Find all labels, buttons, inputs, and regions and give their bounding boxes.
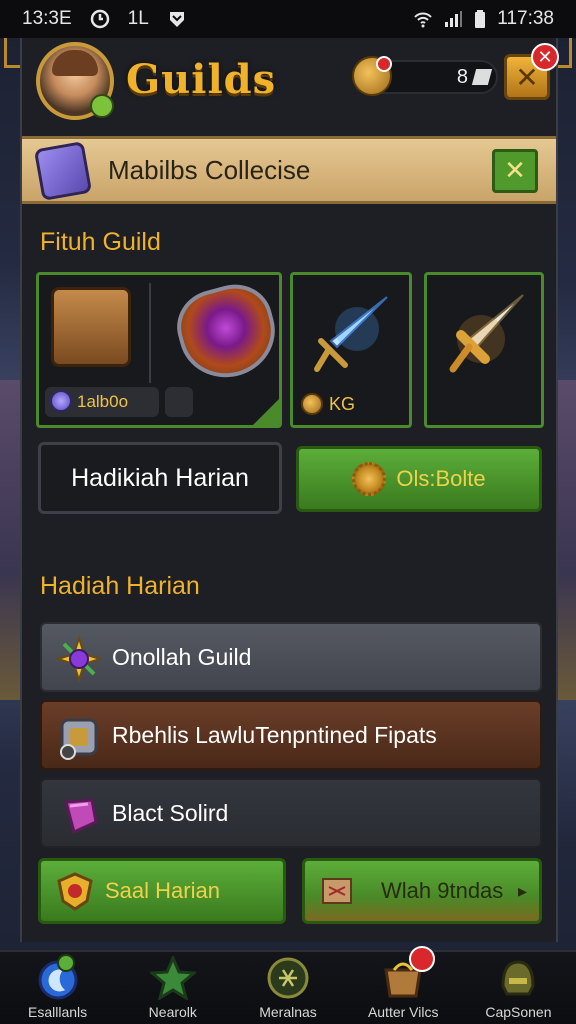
list-item[interactable]: Blact Solird [40,778,542,848]
magic-shield-icon [168,276,279,388]
crystal-box-icon [33,141,93,201]
armor-icon [60,718,98,760]
gem-icon [50,390,72,412]
card-divider [149,283,151,383]
nav-item-3[interactable]: Autter Vilcs [346,946,461,1024]
nav-item-2[interactable]: Meralnas [230,952,345,1024]
player-avatar[interactable] [36,42,114,120]
reward-card-sword[interactable]: KG [290,272,412,428]
sword-value-text: KG [329,393,356,414]
guild-panel: Guilds 8 ✕ ✕ Mabilbs Collecise ✕ Fituh G… [20,38,559,942]
claim-button-label: Ols:Bolte [396,466,486,491]
nav-item-4[interactable]: CapSonen [461,952,576,1024]
reward-card-large[interactable]: 1alb0o [36,272,282,428]
card-value: 1alb0o [77,392,129,411]
page-title: Guilds [126,56,277,103]
coin-icon [352,56,392,96]
section-title-daily: Hadiah Harian [40,572,200,600]
level-badge-icon [90,94,114,118]
shield-status-icon [169,12,184,27]
clock-icon [90,9,109,29]
emblem-icon [267,957,309,999]
view-rewards-label: Wlah 9tndas [381,878,504,903]
golden-dagger-icon [449,294,524,373]
nav-label: CapSonen [485,1004,552,1020]
avatar-hair [52,50,98,76]
signal-icon [445,11,463,27]
currency-value: 8 [456,66,468,88]
green-star-icon [149,956,196,1000]
currency-display[interactable]: 8 [352,56,498,96]
status-mid-text: 1L [127,8,149,29]
blue-sword-icon [314,296,388,372]
card-value-pill: 1alb0o [45,387,159,417]
collection-banner[interactable]: Mabilbs Collecise ✕ [22,136,556,204]
chevron-right-icon: ▸ [517,880,527,901]
nav-notification-badge [408,946,435,972]
card-empty-slot [165,387,193,417]
treasure-chest-icon [51,287,131,367]
status-time-right: 117:38 [497,8,554,29]
card-corner [253,399,279,425]
bottom-navigation: Esalllanls Nearolk Meralnas Autter Vilcs… [0,946,576,1024]
banner-close-button[interactable]: ✕ [492,149,538,193]
daily-reward-claim-button[interactable]: Saal Harian [38,858,286,924]
row-label: Blact Solird [112,799,229,826]
row-label: Rbehlis LawluTenpntined Fipats [112,721,437,748]
nav-label: Esalllanls [28,1004,88,1020]
claim-button[interactable]: Ols:Bolte [296,446,542,512]
daily-claim-label: Saal Harian [105,878,220,903]
map-scroll-icon [322,878,352,904]
nav-label: Meralnas [259,1004,317,1020]
section-title-guild: Fituh Guild [40,228,161,256]
gear-icon [352,462,387,496]
row-label: Onollah Guild [112,643,252,670]
nav-label: Nearolk [148,1004,197,1020]
daily-reward-button[interactable]: Hadikiah Harian [38,442,282,514]
panel-header: Guilds 8 ✕ ✕ [22,38,559,134]
helmet-icon [501,960,535,996]
pink-gem-icon [64,798,98,835]
coin-icon [301,393,323,415]
nav-label: Autter Vilcs [367,1004,439,1020]
banner-text: Mabilbs Collecise [108,155,311,185]
view-rewards-button[interactable]: Wlah 9tndas ▸ [302,858,542,924]
sword-value: KG [301,393,355,415]
wifi-icon [414,12,433,28]
battery-icon [475,10,486,28]
compass-star-icon [56,636,102,682]
gold-shield-icon [57,872,93,911]
status-time-left: 13:3E [22,8,72,29]
list-item[interactable]: Rbehlis LawluTenpntined Fipats [40,700,542,770]
status-bar: 13:3E 1L 117:38 [0,0,576,38]
close-button[interactable]: ✕ ✕ [504,43,559,100]
list-item[interactable]: Onollah Guild [40,622,542,692]
close-icon: ✕ [504,156,526,186]
add-currency-icon[interactable] [471,69,493,85]
reward-card-dagger[interactable] [424,272,544,428]
nav-item-1[interactable]: Nearolk [115,952,230,1024]
nav-item-0[interactable]: Esalllanls [0,952,115,1024]
notification-badge: ✕ [531,43,559,71]
